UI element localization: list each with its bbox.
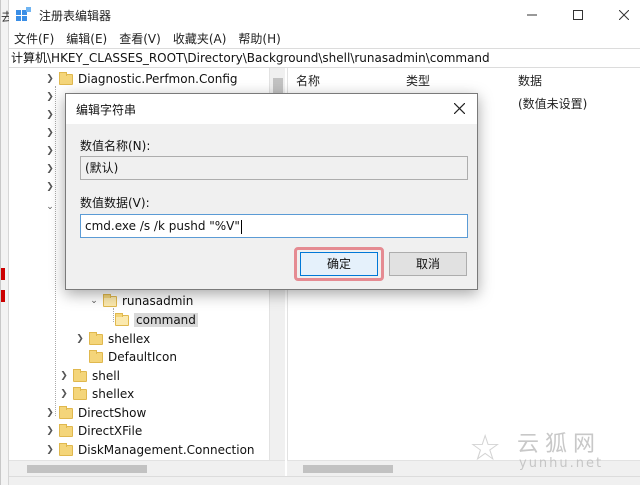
minimize-button[interactable] — [509, 0, 555, 30]
minimize-icon — [527, 14, 537, 16]
background-red-mark — [1, 290, 5, 302]
tree-item-partial[interactable]: ❯ — [45, 106, 59, 124]
value-data-input[interactable]: cmd.exe /s /k pushd "%V" — [80, 214, 468, 238]
tree-item-label: DefaultIcon — [108, 350, 177, 364]
chevron-right-icon[interactable]: ❯ — [45, 445, 55, 455]
tree-item[interactable]: ❯ DirectShow — [45, 404, 146, 422]
chevron-right-icon[interactable]: ❯ — [45, 164, 55, 174]
menu-view[interactable]: 查看(V) — [113, 30, 167, 48]
tree-item-label: runasadmin — [122, 294, 194, 308]
tree-item-label: DirectShow — [78, 406, 147, 420]
menu-bar: 文件(F) 编辑(E) 查看(V) 收藏夹(A) 帮助(H) — [9, 30, 640, 48]
folder-icon — [59, 423, 73, 437]
folder-icon — [59, 71, 73, 85]
chevron-right-icon[interactable]: ❯ — [45, 146, 55, 156]
maximize-icon — [573, 10, 583, 20]
close-icon — [619, 10, 629, 20]
address-bar[interactable]: 计算机\HKEY_CLASSES_ROOT\Directory\Backgrou… — [9, 48, 640, 68]
column-header-type[interactable]: 类型 — [406, 72, 430, 89]
folder-open-icon — [103, 293, 117, 307]
tree-item-label-selected: command — [134, 313, 198, 327]
menu-file[interactable]: 文件(F) — [9, 30, 60, 48]
chevron-right-icon[interactable]: ❯ — [45, 408, 55, 418]
window-title: 注册表编辑器 — [39, 9, 112, 23]
watermark-logo: 云狐网 — [517, 432, 602, 457]
tree-item[interactable]: ❯ shellex — [59, 385, 134, 403]
tree-item-label: shellex — [92, 387, 135, 401]
chevron-right-icon[interactable]: ❯ — [75, 334, 85, 344]
cancel-button[interactable]: 取消 — [389, 252, 467, 276]
chevron-down-icon[interactable]: ⌄ — [45, 202, 55, 212]
value-data-cell[interactable]: (数值未设置) — [518, 95, 587, 112]
column-header-name[interactable]: 名称 — [296, 72, 320, 89]
folder-icon — [73, 368, 87, 382]
tree-item-partial[interactable]: ❯ — [45, 178, 59, 196]
tree-item-partial[interactable]: ❯ — [45, 88, 59, 106]
title-bar: 注册表编辑器 — [9, 0, 640, 30]
tree-guide-line — [113, 308, 114, 322]
tree-horizontal-scrollbar[interactable] — [9, 460, 285, 476]
tree-item-label: DiskManagement.Connection — [78, 443, 255, 457]
folder-icon — [59, 442, 73, 456]
chevron-right-icon[interactable]: ❯ — [45, 110, 55, 120]
value-name-field: (默认) — [80, 156, 468, 180]
text-caret — [240, 219, 242, 234]
chevron-right-icon[interactable]: ❯ — [45, 128, 55, 138]
dialog-close-button[interactable] — [449, 99, 469, 119]
close-icon — [453, 102, 465, 115]
tree-item-partial[interactable]: ⌄ — [45, 198, 59, 216]
chevron-down-icon[interactable]: ⌄ — [89, 296, 99, 306]
tree-item[interactable]: ❯ shellex — [75, 330, 150, 348]
value-data-text: cmd.exe /s /k pushd "%V" — [85, 219, 240, 233]
chevron-right-icon[interactable]: ❯ — [45, 74, 55, 84]
folder-open-icon — [115, 312, 129, 326]
star-icon: ☆ — [469, 428, 502, 469]
chevron-right-icon[interactable]: ❯ — [59, 371, 69, 381]
dialog-title: 编辑字符串 — [76, 103, 137, 117]
tree-item-label: shell — [92, 369, 120, 383]
tree-item-label: shellex — [108, 332, 151, 346]
edit-string-dialog: 编辑字符串 数值名称(N): (默认) 数值数据(V): cmd.exe /s … — [65, 93, 478, 290]
close-button[interactable] — [601, 0, 640, 30]
background-red-mark — [1, 268, 5, 280]
scrollbar-thumb[interactable] — [27, 465, 147, 473]
tree-item-partial[interactable]: ❯ — [45, 124, 59, 142]
watermark-url: yunhu.net — [519, 456, 604, 471]
chevron-right-icon[interactable]: ❯ — [45, 182, 55, 192]
dialog-title-bar: 编辑字符串 — [66, 94, 477, 124]
regedit-window: 去 注册表编辑器 文件(F) 编辑(E) 查看(V) 收藏夹(A) 帮助(H) … — [0, 0, 640, 485]
scrollbar-thumb[interactable] — [303, 465, 393, 473]
tree-item-runasadmin[interactable]: ⌄ runasadmin — [89, 292, 193, 310]
ok-button[interactable]: 确定 — [300, 252, 378, 276]
maximize-button[interactable] — [555, 0, 601, 30]
tree-item-command[interactable]: command — [115, 311, 198, 329]
folder-icon — [73, 386, 87, 400]
chevron-right-icon[interactable]: ❯ — [45, 426, 55, 436]
value-name-label: 数值名称(N): — [80, 139, 151, 153]
tree-item[interactable]: ❯ DiskManagement.Connection — [45, 441, 255, 459]
menu-help[interactable]: 帮助(H) — [232, 30, 286, 48]
folder-icon — [89, 349, 103, 363]
tree-item-partial[interactable]: ❯ — [45, 160, 59, 178]
menu-favorites[interactable]: 收藏夹(A) — [167, 30, 233, 48]
tree-item[interactable]: ❯ DirectXFile — [45, 422, 142, 440]
tree-item-label: DirectXFile — [78, 424, 143, 438]
tree-item[interactable]: ❯ shell — [59, 367, 120, 385]
chevron-right-icon[interactable]: ❯ — [45, 92, 55, 102]
tree-item-partial[interactable]: ❯ — [45, 142, 59, 160]
value-data-label: 数值数据(V): — [80, 196, 150, 210]
background-window-edge: 去 — [1, 0, 13, 485]
tree-item[interactable]: ❯ Diagnostic.Perfmon.Config — [45, 70, 238, 88]
tree-item-label: Diagnostic.Perfmon.Config — [78, 72, 238, 86]
folder-icon — [59, 405, 73, 419]
column-header-data[interactable]: 数据 — [518, 72, 542, 89]
chevron-right-icon[interactable]: ❯ — [59, 389, 69, 399]
tree-item[interactable]: DefaultIcon — [75, 348, 177, 366]
watermark: ☆ 云狐网 yunhu.net — [469, 424, 637, 480]
menu-edit[interactable]: 编辑(E) — [60, 30, 113, 48]
regedit-app-icon — [16, 7, 31, 21]
folder-icon — [89, 331, 103, 345]
